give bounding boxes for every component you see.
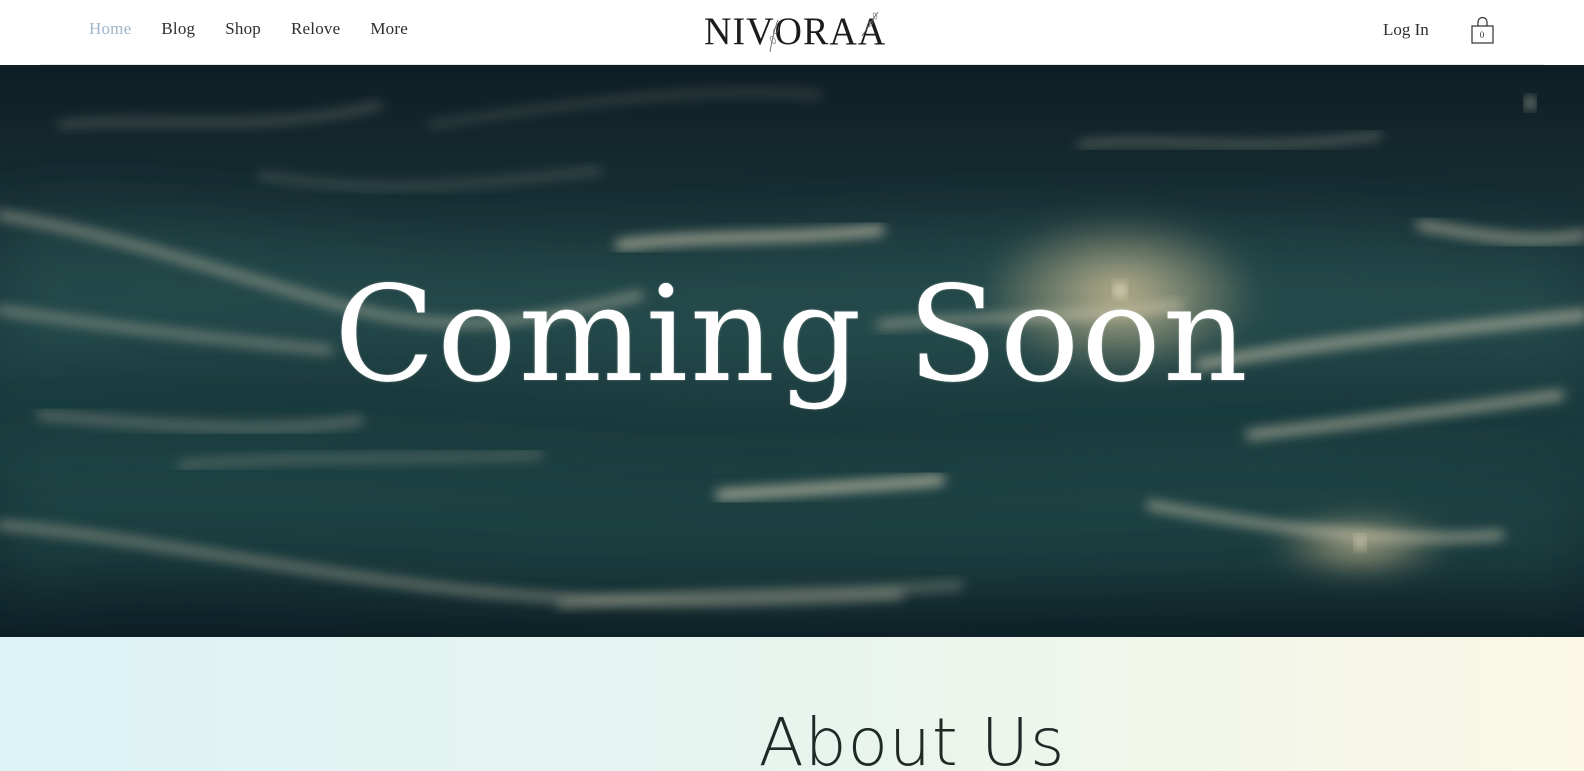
hero-section: Coming Soon <box>0 65 1584 637</box>
about-title: About Us <box>758 704 1066 771</box>
cart-button[interactable]: 0 <box>1470 16 1496 46</box>
nav-item-shop[interactable]: Shop <box>225 19 261 39</box>
site-header: Home Blog Shop Relove More NIVORAA Log I… <box>0 0 1584 65</box>
about-section: About Us <box>0 637 1584 771</box>
nav-item-home[interactable]: Home <box>89 19 131 39</box>
nav-item-relove[interactable]: Relove <box>291 19 340 39</box>
cart-count: 0 <box>1479 30 1485 40</box>
main-nav: Home Blog Shop Relove More <box>89 19 408 39</box>
hero-title: Coming Soon <box>334 258 1250 412</box>
nav-item-more[interactable]: More <box>370 19 408 39</box>
site-logo[interactable]: NIVORAA <box>700 6 890 56</box>
leaf-sprig-icon <box>769 11 879 53</box>
login-link[interactable]: Log In <box>1383 20 1429 40</box>
nav-item-blog[interactable]: Blog <box>161 19 195 39</box>
